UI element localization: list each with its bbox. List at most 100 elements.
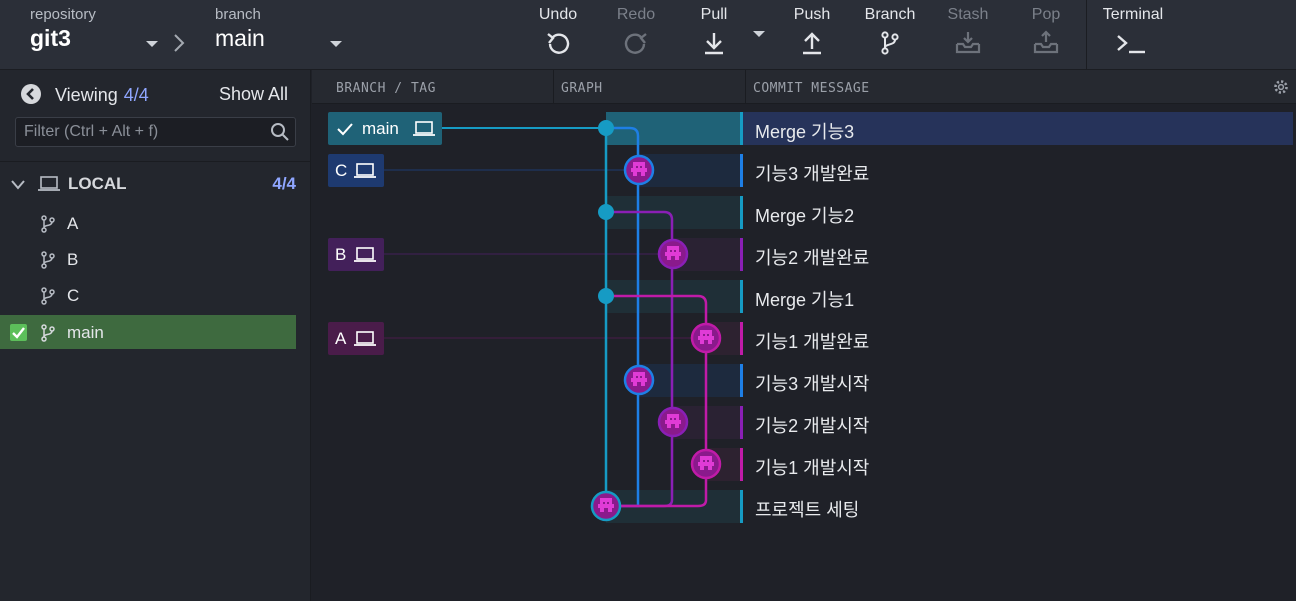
terminal-icon: [1117, 35, 1145, 54]
laptop-icon: [354, 331, 376, 346]
commit-avatar-node[interactable]: [623, 154, 655, 186]
local-section-header[interactable]: LOCAL 4/4: [10, 172, 300, 196]
commit-avatar-node[interactable]: [590, 490, 622, 522]
repository-label: repository: [30, 6, 96, 23]
viewing-text: Viewing 4/4: [55, 85, 149, 106]
show-all-button[interactable]: Show All: [219, 84, 288, 105]
branch-name-a: A: [67, 214, 79, 233]
branch-selector[interactable]: branch main: [215, 6, 265, 52]
row-marker: [740, 322, 743, 355]
local-count: 4/4: [272, 174, 296, 193]
filter-input[interactable]: [16, 118, 266, 146]
toolbar-divider: [1086, 0, 1087, 70]
branch-name: main: [215, 25, 265, 51]
checkmark-icon: [12, 327, 25, 339]
branch-icon: [881, 31, 899, 55]
push-label: Push: [793, 6, 831, 23]
commit-message[interactable]: 기능2 개발시작: [755, 412, 869, 438]
commit-message[interactable]: 기능3 개발완료: [755, 160, 869, 186]
merge-commit-dot[interactable]: [598, 288, 614, 304]
repository-dropdown-icon[interactable]: [146, 41, 158, 47]
redo-label: Redo: [616, 6, 656, 23]
row-marker: [740, 196, 743, 229]
commit-message[interactable]: Merge 기능2: [755, 202, 854, 228]
stash-button[interactable]: Stash: [933, 6, 1003, 56]
branch-tag-label: A: [335, 329, 347, 348]
commit-message[interactable]: 기능1 개발시작: [755, 454, 869, 480]
branch-tag-label: C: [335, 161, 348, 180]
branch-name-c: C: [67, 286, 80, 305]
chevron-right-icon: [174, 34, 185, 52]
sidebar-branch-b[interactable]: B: [0, 242, 296, 276]
filter-box: [15, 117, 296, 147]
terminal-label: Terminal: [1102, 6, 1164, 23]
commit-message[interactable]: 기능3 개발시작: [755, 370, 869, 396]
sidebar-branch-c[interactable]: C: [0, 278, 296, 312]
viewing-row: Viewing 4/4 Show All: [20, 82, 300, 108]
commit-avatar-node[interactable]: [657, 406, 689, 438]
local-label: LOCAL: [68, 174, 127, 193]
commit-avatar-node[interactable]: [623, 364, 655, 396]
sidebar-branch-main[interactable]: main: [0, 315, 296, 349]
branch-button-label: Branch: [864, 6, 916, 23]
push-button[interactable]: Push: [777, 6, 847, 56]
commit-message[interactable]: 기능1 개발완료: [755, 328, 869, 354]
branch-tag-label: main: [362, 119, 399, 138]
commit-message[interactable]: 기능2 개발완료: [755, 244, 869, 270]
pull-options-icon[interactable]: [753, 31, 765, 37]
app-window: repository git3 branch main Undo Redo Pu…: [0, 0, 1296, 601]
commit-avatar-node[interactable]: [657, 238, 689, 270]
back-circle-icon[interactable]: [20, 83, 42, 105]
panel-divider: [0, 161, 311, 162]
commit-avatar-node[interactable]: [690, 322, 722, 354]
row-marker: [740, 280, 743, 313]
commit-avatar-node[interactable]: [690, 448, 722, 480]
branch-tag-main[interactable]: main: [328, 112, 442, 145]
branch-icon: [41, 215, 55, 233]
row-marker: [740, 112, 743, 145]
branch-icon: [41, 324, 55, 342]
commit-message[interactable]: Merge 기능3: [755, 118, 854, 144]
viewing-label: Viewing: [55, 85, 118, 105]
branch-tag-a[interactable]: A: [328, 322, 384, 355]
branch-tag-b[interactable]: B: [328, 238, 384, 271]
row-marker: [740, 448, 743, 481]
branch-name-main: main: [67, 323, 104, 342]
push-icon: [803, 32, 821, 55]
sidebar-branch-a[interactable]: A: [0, 206, 296, 240]
terminal-button[interactable]: Terminal: [1098, 6, 1168, 56]
undo-button[interactable]: Undo: [523, 6, 593, 56]
commit-message[interactable]: 프로젝트 세팅: [755, 496, 859, 522]
branch-tag-label: B: [335, 245, 347, 264]
undo-label: Undo: [538, 6, 578, 23]
branch-icon: [41, 251, 55, 269]
pop-icon: [1033, 30, 1059, 54]
checked-checkbox-icon[interactable]: [10, 324, 27, 341]
branch-label: branch: [215, 6, 261, 23]
viewing-count: 4/4: [123, 85, 149, 105]
pop-button[interactable]: Pop: [1011, 6, 1081, 56]
branch-button[interactable]: Branch: [855, 6, 925, 56]
repository-selector[interactable]: repository git3: [30, 6, 96, 52]
pull-button[interactable]: Pull: [679, 6, 749, 56]
redo-icon: [624, 33, 647, 54]
search-icon[interactable]: [270, 122, 290, 142]
row-marker: [740, 238, 743, 271]
pull-icon: [705, 33, 723, 55]
laptop-icon: [354, 247, 376, 262]
redo-button[interactable]: Redo: [601, 6, 671, 56]
commit-message[interactable]: Merge 기능1: [755, 286, 854, 312]
merge-commit-dot[interactable]: [598, 204, 614, 220]
toolbar: repository git3 branch main Undo Redo Pu…: [0, 0, 1296, 70]
row-marker: [740, 154, 743, 187]
stash-label: Stash: [947, 6, 989, 23]
pop-label: Pop: [1031, 6, 1061, 23]
branch-name-b: B: [67, 250, 79, 269]
merge-commit-dot[interactable]: [598, 120, 614, 136]
laptop-icon: [38, 176, 60, 191]
branch-tag-c[interactable]: C: [328, 154, 384, 187]
chevron-down-icon[interactable]: [10, 177, 26, 193]
branch-dropdown-icon[interactable]: [330, 41, 342, 47]
branch-icon: [41, 287, 55, 305]
repository-name: git3: [30, 25, 71, 51]
